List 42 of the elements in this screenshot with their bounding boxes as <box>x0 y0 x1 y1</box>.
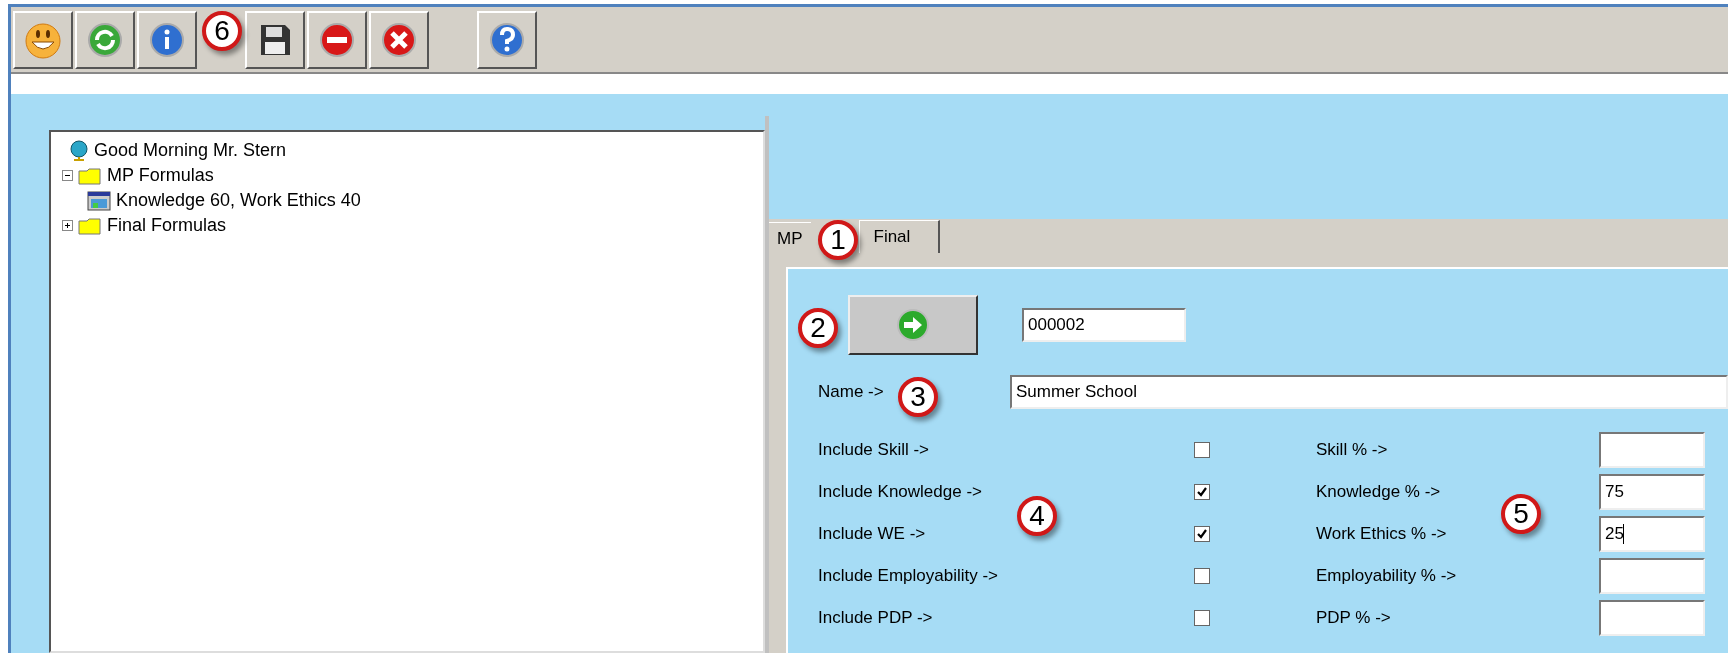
tree-item[interactable]: Knowledge 60, Work Ethics 40 <box>116 190 361 211</box>
field-label: Include Skill -> <box>818 440 930 459</box>
checkbox[interactable] <box>1194 568 1210 584</box>
checkbox[interactable] <box>1194 442 1210 458</box>
id-field[interactable]: 000002 <box>1022 308 1186 342</box>
field-label: Knowledge % -> <box>1316 482 1441 501</box>
field-label: Skill % -> <box>1316 440 1388 459</box>
field-label: Work Ethics % -> <box>1316 524 1447 543</box>
folder-icon <box>78 216 102 235</box>
field-label: Name -> <box>818 382 884 401</box>
go-button[interactable] <box>848 295 978 355</box>
field-label: Include WE -> <box>818 524 926 543</box>
field-label: Employability % -> <box>1316 566 1457 585</box>
toolbar-button[interactable] <box>245 10 305 69</box>
percent-field[interactable]: 75 <box>1599 474 1705 510</box>
checkbox[interactable] <box>1194 610 1210 626</box>
toolbar-button[interactable] <box>13 10 73 69</box>
globe-icon <box>69 139 89 162</box>
toolbar-button[interactable] <box>477 10 537 69</box>
checkbox[interactable] <box>1194 526 1210 542</box>
name-field[interactable]: Summer School <box>1010 375 1728 409</box>
field-label: Include PDP -> <box>818 608 933 627</box>
toolbar-button[interactable] <box>75 10 135 69</box>
tab[interactable]: Final <box>858 220 941 253</box>
percent-field[interactable] <box>1599 600 1705 636</box>
percent-field[interactable] <box>1599 558 1705 594</box>
collapse-icon[interactable] <box>62 170 73 181</box>
toolbar-button[interactable] <box>307 10 367 69</box>
percent-field[interactable] <box>1599 432 1705 468</box>
form-icon <box>87 190 111 211</box>
field-label: Include Knowledge -> <box>818 482 982 501</box>
tree-item[interactable]: Good Morning Mr. Stern <box>94 140 287 161</box>
tree-item[interactable]: MP Formulas <box>107 165 214 186</box>
checkbox[interactable] <box>1194 484 1210 500</box>
expand-icon[interactable] <box>62 220 73 231</box>
percent-field[interactable]: 25 <box>1599 516 1705 552</box>
field-label: PDP % -> <box>1316 608 1391 627</box>
field-label: Include Employability -> <box>818 566 998 585</box>
toolbar-button[interactable] <box>137 10 197 69</box>
toolbar-button[interactable] <box>369 10 429 69</box>
folder-icon <box>78 166 102 185</box>
tree-item[interactable]: Final Formulas <box>107 215 227 236</box>
